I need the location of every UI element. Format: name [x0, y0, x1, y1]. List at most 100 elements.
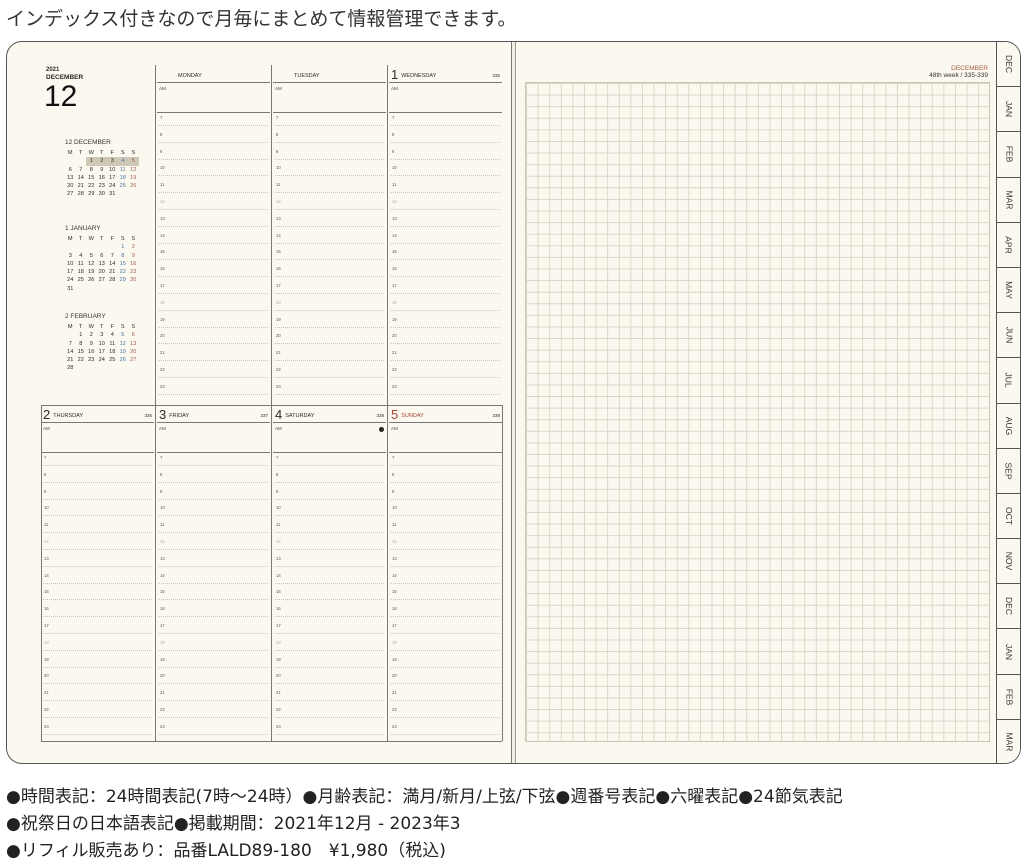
mini-calendar-day: 26 [88, 277, 95, 284]
mini-calendar-day: 6 [68, 166, 72, 173]
hour-label: 11 [44, 522, 49, 528]
month-tab-aug[interactable]: AUG [997, 403, 1020, 449]
hour-rule [275, 683, 384, 685]
hour-rule [275, 242, 384, 244]
day-header: 4 SATURDAY 338 [275, 407, 386, 421]
month-tab-feb[interactable]: FEB [997, 674, 1020, 720]
hour-rule [275, 276, 384, 278]
mini-calendar-day: 19 [119, 348, 126, 355]
hour-label: 22 [44, 707, 49, 712]
hour-label: 18 [392, 639, 397, 645]
mini-calendar-day: 2 [96, 157, 107, 166]
hour-rule [43, 717, 152, 718]
weekday-label: T [100, 324, 104, 330]
hour-rule [43, 565, 152, 567]
month-tab-jan[interactable]: JAN [997, 629, 1020, 675]
day-number: 1 [391, 67, 399, 82]
tab-label: FEB [1004, 688, 1014, 705]
spec-line-3: ●リフィル販売あり：品番LALD89-180 ¥1,980（税込) [6, 841, 446, 861]
month-tab-mar[interactable]: MAR [997, 177, 1020, 223]
mini-calendar-day: 12 [88, 260, 95, 267]
hour-label: 10 [392, 165, 397, 171]
hour-rule [159, 326, 268, 328]
hour-rule [43, 481, 152, 483]
hour-label: 11 [392, 182, 397, 188]
mini-calendar-week: 13 14 15 16 17 18 19 [65, 174, 139, 182]
hour-rule [391, 293, 500, 294]
month-tab-mar[interactable]: MAR [997, 719, 1020, 763]
mini-calendar-week: 31 [65, 285, 139, 293]
hour-label: 21 [44, 690, 49, 696]
month-tab-dec[interactable]: DEC [997, 42, 1020, 88]
day-number: 2 [43, 407, 51, 422]
day-header-rule [389, 82, 502, 83]
day-header-rule [157, 422, 270, 423]
mini-calendar-day: 1 [79, 332, 83, 339]
mini-calendar-day: 5 [89, 252, 93, 259]
month-tab-feb[interactable]: FEB [997, 132, 1020, 178]
hour-label: 10 [276, 165, 281, 171]
hour-label: 21 [392, 350, 397, 356]
hour-label: 12 [160, 539, 165, 544]
weekday-label: M [67, 324, 73, 330]
hour-label: 16 [276, 606, 281, 612]
mini-calendar-day: 17 [67, 269, 74, 276]
mini-calendar-day: 21 [109, 269, 116, 276]
weekday-label: S [131, 324, 136, 330]
hour-label: 9 [160, 148, 163, 154]
mini-calendar-week: 12 [65, 243, 139, 251]
hour-rule [159, 343, 268, 345]
hour-label: 20 [160, 673, 165, 679]
am-label: AM [159, 426, 166, 431]
hour-label: 13 [160, 555, 165, 561]
hour-label: 10 [276, 505, 281, 511]
mini-calendar-day: 8 [121, 252, 125, 259]
hour-label: 15 [160, 249, 165, 255]
hour-rule [391, 549, 500, 550]
mini-calendar-day: 24 [98, 357, 105, 364]
mini-calendar-day: 15 [119, 260, 126, 267]
hour-label: 10 [44, 505, 49, 511]
mini-calendar-week: 27 28 29 30 31 [65, 190, 139, 198]
mini-calendar-week: 17 18 19 20 21 22 23 [65, 268, 139, 276]
month-tab-may[interactable]: MAY [997, 267, 1020, 314]
mini-calendar-week: 12345 [65, 157, 139, 166]
month-tab-nov[interactable]: NOV [997, 539, 1020, 585]
bottom-border [41, 741, 502, 742]
mid-border [41, 405, 502, 406]
month-tab-jul[interactable]: JUL [997, 358, 1020, 404]
hour-label: 23 [276, 383, 281, 389]
mini-calendar-day [118, 285, 129, 293]
hour-label: 16 [44, 606, 49, 612]
month-tab-oct[interactable]: OCT [997, 493, 1020, 540]
month-tab-jun[interactable]: JUN [997, 313, 1020, 359]
weekday-label: S [120, 236, 125, 242]
hour-rule [391, 498, 500, 500]
month-tab-jan[interactable]: JAN [997, 87, 1020, 133]
day-header: MONDAY [159, 67, 270, 81]
hour-rule [391, 343, 500, 345]
hour-rule [275, 515, 384, 517]
mini-calendar-day: 4 [79, 252, 83, 259]
month-number: 12 [44, 80, 78, 113]
mini-calendar-day: 28 [67, 365, 74, 372]
hour-rule [275, 259, 384, 261]
month-tab-apr[interactable]: APR [997, 222, 1020, 268]
day-name: SUNDAY [401, 413, 424, 419]
weekday-label: S [120, 150, 125, 156]
mini-calendar-week: 3456789 [65, 252, 139, 260]
month-tab-sep[interactable]: SEP [997, 448, 1020, 494]
tab-label: MAY [1003, 281, 1014, 299]
mini-calendar-weekdays: MTWTFSS [65, 323, 139, 331]
month-tab-dec[interactable]: DEC [997, 584, 1020, 630]
mini-calendar-day: 31 [109, 191, 116, 198]
headline: インデックス付きなので月毎にまとめて情報管理できます。 [6, 8, 517, 30]
weekday-label: T [79, 236, 83, 242]
mini-calendar-day: 15 [88, 174, 95, 181]
hour-label: 16 [392, 266, 397, 272]
hour-rule [159, 633, 268, 634]
mini-calendar-day: 12 [119, 340, 126, 347]
hour-rule [275, 209, 384, 210]
hour-label: 17 [160, 623, 165, 628]
hour-label: 8 [392, 131, 395, 137]
